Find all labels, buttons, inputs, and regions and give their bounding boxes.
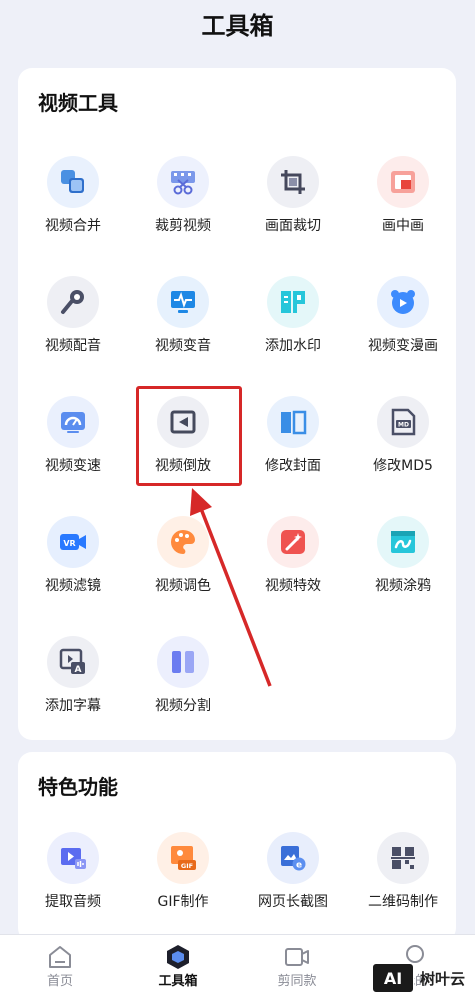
- tool-label: 画中画: [382, 218, 424, 234]
- tool-label: 网页长截图: [258, 894, 328, 910]
- tool-label: 视频变音: [155, 338, 211, 354]
- svg-text:VR: VR: [63, 539, 75, 548]
- section-title-video-tools: 视频工具: [38, 91, 118, 115]
- tab-label: 剪同款: [277, 974, 317, 989]
- voice-change-icon: [157, 276, 209, 328]
- features-card: 特色功能 提取音频 GIF GIF制作 e 网页长截图 二维码制作: [18, 752, 456, 942]
- watermark: AI 树叶云: [372, 958, 472, 998]
- video-template-icon: [283, 943, 311, 971]
- tool-label: 视频变漫画: [368, 338, 438, 354]
- watermark-logo: AI: [372, 963, 414, 993]
- tool-add-watermark[interactable]: 添加水印: [238, 262, 348, 372]
- home-icon: [46, 943, 74, 971]
- tool-video-effects[interactable]: 视频特效: [238, 502, 348, 612]
- tool-label: 视频特效: [265, 578, 321, 594]
- tool-picture-in-picture[interactable]: 画中画: [348, 142, 458, 252]
- merge-video-icon: [47, 156, 99, 208]
- tool-video-to-cartoon[interactable]: 视频变漫画: [348, 262, 458, 372]
- svg-text:A: A: [75, 665, 82, 675]
- picture-in-picture-icon: [377, 156, 429, 208]
- speedometer-icon: [47, 396, 99, 448]
- tool-label: 视频涂鸦: [375, 578, 431, 594]
- tool-label: GIF制作: [157, 894, 209, 910]
- tool-label: 修改封面: [265, 458, 321, 474]
- qr-code-icon: [377, 832, 429, 884]
- tool-video-speed[interactable]: 视频变速: [18, 382, 128, 492]
- crop-frame-icon: [267, 156, 319, 208]
- md5-file-icon: MD: [377, 396, 429, 448]
- page-title: 工具箱: [201, 12, 274, 40]
- extract-audio-icon: [47, 832, 99, 884]
- tool-gif-maker[interactable]: GIF GIF制作: [128, 818, 238, 928]
- tool-label: 添加字幕: [45, 698, 101, 714]
- tool-video-filter[interactable]: VR 视频滤镜: [18, 502, 128, 612]
- tab-video-template[interactable]: 剪同款: [257, 935, 337, 1003]
- tool-label: 视频分割: [155, 698, 211, 714]
- tool-extract-audio[interactable]: 提取音频: [18, 818, 128, 928]
- tool-label: 修改MD5: [373, 458, 433, 474]
- tool-label: 视频合并: [45, 218, 101, 234]
- tool-label: 提取音频: [45, 894, 101, 910]
- split-video-icon: [157, 636, 209, 688]
- section-title-features: 特色功能: [38, 775, 118, 799]
- web-screenshot-icon: e: [267, 832, 319, 884]
- tab-home[interactable]: 首页: [20, 935, 100, 1003]
- tool-video-merge[interactable]: 视频合并: [18, 142, 128, 252]
- tool-label: 视频变速: [45, 458, 101, 474]
- tool-split-video[interactable]: 视频分割: [128, 622, 238, 732]
- watermark-text: 树叶云: [420, 969, 466, 988]
- tab-label: 工具箱: [158, 974, 198, 989]
- microphone-icon: [47, 276, 99, 328]
- cartoon-bear-icon: [377, 276, 429, 328]
- tool-label: 视频调色: [155, 578, 211, 594]
- tool-video-dubbing[interactable]: 视频配音: [18, 262, 128, 372]
- book-cover-icon: [267, 396, 319, 448]
- toolbox-icon: [164, 943, 192, 971]
- highlight-box: [136, 386, 242, 486]
- svg-text:MD: MD: [398, 422, 409, 429]
- tool-label: 添加水印: [265, 338, 321, 354]
- tab-toolbox[interactable]: 工具箱: [138, 935, 218, 1003]
- svg-text:e: e: [296, 861, 302, 871]
- tool-web-screenshot[interactable]: e 网页长截图: [238, 818, 348, 928]
- gif-maker-icon: GIF: [157, 832, 209, 884]
- tool-modify-md5[interactable]: MD 修改MD5: [348, 382, 458, 492]
- svg-text:GIF: GIF: [181, 862, 193, 870]
- vr-camera-icon: VR: [47, 516, 99, 568]
- tool-qr-code[interactable]: 二维码制作: [348, 818, 458, 928]
- watermark-icon: [267, 276, 319, 328]
- tool-label: 画面裁切: [265, 218, 321, 234]
- subtitle-icon: A: [47, 636, 99, 688]
- tool-label: 二维码制作: [368, 894, 438, 910]
- doodle-icon: [377, 516, 429, 568]
- tool-label: 裁剪视频: [155, 218, 211, 234]
- tool-crop-frame[interactable]: 画面裁切: [238, 142, 348, 252]
- tool-voice-change[interactable]: 视频变音: [128, 262, 238, 372]
- tool-add-subtitle[interactable]: A 添加字幕: [18, 622, 128, 732]
- cut-video-icon: [157, 156, 209, 208]
- magic-wand-icon: [267, 516, 319, 568]
- tool-label: 视频滤镜: [45, 578, 101, 594]
- tool-cut-video[interactable]: 裁剪视频: [128, 142, 238, 252]
- tool-video-doodle[interactable]: 视频涂鸦: [348, 502, 458, 612]
- tool-modify-cover[interactable]: 修改封面: [238, 382, 348, 492]
- palette-icon: [157, 516, 209, 568]
- tool-video-color[interactable]: 视频调色: [128, 502, 238, 612]
- tab-label: 首页: [46, 974, 73, 989]
- tool-label: 视频配音: [45, 338, 101, 354]
